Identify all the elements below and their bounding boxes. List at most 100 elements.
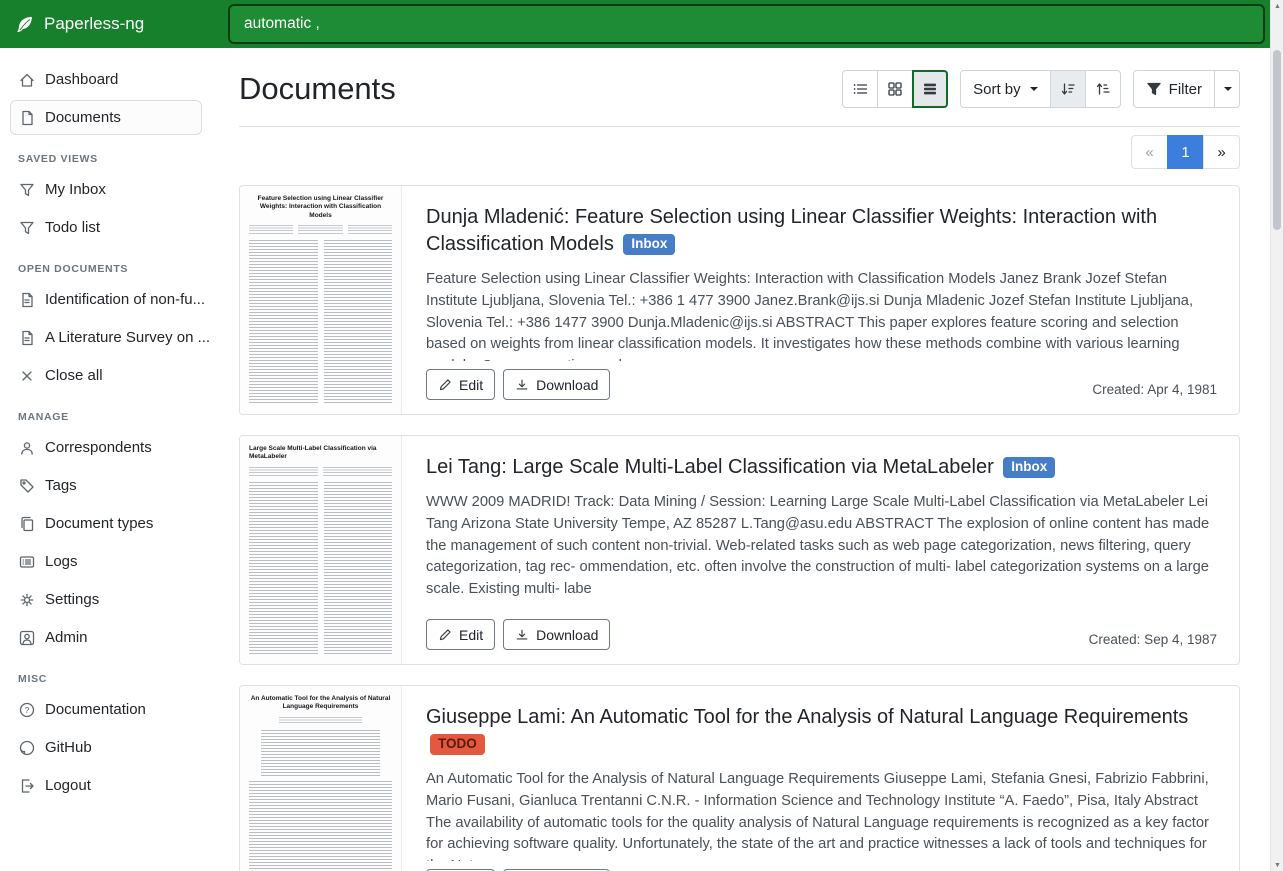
sidebar-section-misc: MISC xyxy=(18,673,194,685)
sidebar-item-logout[interactable]: Logout xyxy=(10,768,202,803)
sidebar-item-label: Identification of non-fu... xyxy=(45,291,205,308)
thumbnail-authors xyxy=(249,225,392,235)
sort-direction-ascending-button[interactable] xyxy=(1085,70,1121,108)
edit-button[interactable]: Edit xyxy=(426,369,495,400)
tag-badge[interactable]: Inbox xyxy=(623,234,675,255)
filter-dropdown-button[interactable] xyxy=(1214,70,1240,108)
sidebar-item-open-doc-2[interactable]: A Literature Survey on ... xyxy=(10,320,202,355)
thumbnail-title: Feature Selection using Linear Classifie… xyxy=(249,195,392,220)
document-title[interactable]: Lei Tang: Large Scale Multi-Label Classi… xyxy=(426,454,1217,481)
sidebar-item-github[interactable]: GitHub xyxy=(10,730,202,765)
sidebar-item-tags[interactable]: Tags xyxy=(10,468,202,503)
sidebar-item-correspondents[interactable]: Correspondents xyxy=(10,430,202,465)
scroll-up-arrow[interactable]: ▲ xyxy=(1271,0,1283,12)
gear-icon xyxy=(19,592,35,608)
download-icon xyxy=(515,378,529,392)
sidebar-item-label: A Literature Survey on ... xyxy=(45,329,210,346)
scroll-down-arrow[interactable]: ▼ xyxy=(1271,859,1283,871)
filter-icon xyxy=(19,220,35,236)
sidebar-item-todo-list[interactable]: Todo list xyxy=(10,210,202,245)
thumbnail-text-columns xyxy=(249,482,392,655)
document-excerpt: An Automatic Tool for the Analysis of Na… xyxy=(426,769,1217,861)
pencil-icon xyxy=(438,378,452,392)
chevron-down-icon xyxy=(1030,87,1038,91)
list-icon xyxy=(19,554,35,570)
app-brand[interactable]: Paperless-ng xyxy=(0,14,212,35)
svg-text:?: ? xyxy=(25,705,30,715)
sidebar-item-open-doc-1[interactable]: Identification of non-fu... xyxy=(10,282,202,317)
page-title: Documents xyxy=(239,71,396,107)
document-card-body: Lei Tang: Large Scale Multi-Label Classi… xyxy=(402,436,1239,664)
thumbnail-authors xyxy=(279,717,362,725)
document-thumbnail[interactable]: Feature Selection using Linear Classifie… xyxy=(240,186,402,414)
global-search-input[interactable] xyxy=(228,4,1265,44)
pagination-prev-button[interactable]: « xyxy=(1131,135,1168,169)
pagination-next-button[interactable]: » xyxy=(1203,135,1240,169)
sidebar-item-documentation[interactable]: ? Documentation xyxy=(10,692,202,727)
top-navbar: Paperless-ng xyxy=(0,0,1283,48)
sidebar-item-close-all[interactable]: Close all xyxy=(10,358,202,393)
sort-descending-icon xyxy=(1060,81,1076,97)
pagination-page-1-button[interactable]: 1 xyxy=(1167,135,1204,169)
app-name: Paperless-ng xyxy=(44,14,144,34)
sidebar-item-document-types[interactable]: Document types xyxy=(10,506,202,541)
sidebar-item-label: Tags xyxy=(45,477,77,494)
tag-badge[interactable]: TODO xyxy=(430,734,485,755)
sort-direction-descending-button[interactable] xyxy=(1050,70,1086,108)
tag-icon xyxy=(19,478,35,494)
sidebar-item-label: Document types xyxy=(45,515,153,532)
file-text-icon xyxy=(19,292,35,308)
sidebar-item-label: Close all xyxy=(45,367,103,384)
document-card: Large Scale Multi-Label Classification v… xyxy=(239,435,1240,665)
sidebar-item-label: My Inbox xyxy=(45,181,106,198)
document-card-footer: Edit Download Created: Apr 4, 1981 xyxy=(426,369,1217,400)
github-icon xyxy=(19,740,35,756)
sidebar-item-label: Dashboard xyxy=(45,71,118,88)
house-icon xyxy=(19,72,35,88)
sidebar-item-my-inbox[interactable]: My Inbox xyxy=(10,172,202,207)
file-text-icon xyxy=(19,330,35,346)
sidebar-section-manage: MANAGE xyxy=(18,411,194,423)
view-toggle-group xyxy=(842,70,948,108)
filter-label: Filter xyxy=(1169,81,1202,98)
sidebar: Dashboard Documents SAVED VIEWS My Inbox… xyxy=(0,48,212,871)
list-view-icon xyxy=(852,81,868,97)
view-grid-button[interactable] xyxy=(877,70,913,108)
filter-button[interactable]: Filter xyxy=(1133,70,1215,108)
document-card: Feature Selection using Linear Classifie… xyxy=(239,185,1240,415)
details-view-icon xyxy=(922,81,938,97)
scrollbar-thumb[interactable] xyxy=(1273,50,1281,230)
sidebar-item-documents[interactable]: Documents xyxy=(10,100,202,135)
document-thumbnail[interactable]: An Automatic Tool for the Analysis of Na… xyxy=(240,686,402,871)
tag-badge[interactable]: Inbox xyxy=(1003,457,1055,478)
sidebar-item-admin[interactable]: Admin xyxy=(10,620,202,655)
document-title[interactable]: Dunja Mladenić: Feature Selection using … xyxy=(426,204,1217,258)
edit-button[interactable]: Edit xyxy=(426,619,495,650)
vertical-scrollbar[interactable]: ▲ ▼ xyxy=(1270,0,1283,871)
sort-ascending-icon xyxy=(1095,81,1111,97)
download-button[interactable]: Download xyxy=(503,369,610,400)
sidebar-item-settings[interactable]: Settings xyxy=(10,582,202,617)
sidebar-item-logs[interactable]: Logs xyxy=(10,544,202,579)
view-table-button[interactable] xyxy=(842,70,878,108)
toolbar: Sort by Filter xyxy=(842,70,1240,108)
sort-by-button[interactable]: Sort by xyxy=(960,70,1051,108)
download-button[interactable]: Download xyxy=(503,619,610,650)
grid-view-icon xyxy=(887,81,903,97)
sidebar-item-dashboard[interactable]: Dashboard xyxy=(10,62,202,97)
sidebar-item-label: Logs xyxy=(45,553,78,570)
document-title[interactable]: Giuseppe Lami: An Automatic Tool for the… xyxy=(426,704,1217,758)
document-thumbnail[interactable]: Large Scale Multi-Label Classification v… xyxy=(240,436,402,664)
question-circle-icon: ? xyxy=(19,702,35,718)
sidebar-item-label: Correspondents xyxy=(45,439,152,456)
sidebar-item-label: GitHub xyxy=(45,739,92,756)
sidebar-section-open-documents: OPEN DOCUMENTS xyxy=(18,263,194,275)
thumbnail-authors xyxy=(249,467,392,477)
chevron-down-icon xyxy=(1224,87,1232,91)
view-details-button[interactable] xyxy=(912,70,948,108)
document-card-body: Giuseppe Lami: An Automatic Tool for the… xyxy=(402,686,1239,871)
documents-page: Documents Sort by xyxy=(212,48,1270,871)
sidebar-item-label: Admin xyxy=(45,629,88,646)
sort-by-label: Sort by xyxy=(973,81,1021,98)
sidebar-item-label: Documents xyxy=(45,109,121,126)
